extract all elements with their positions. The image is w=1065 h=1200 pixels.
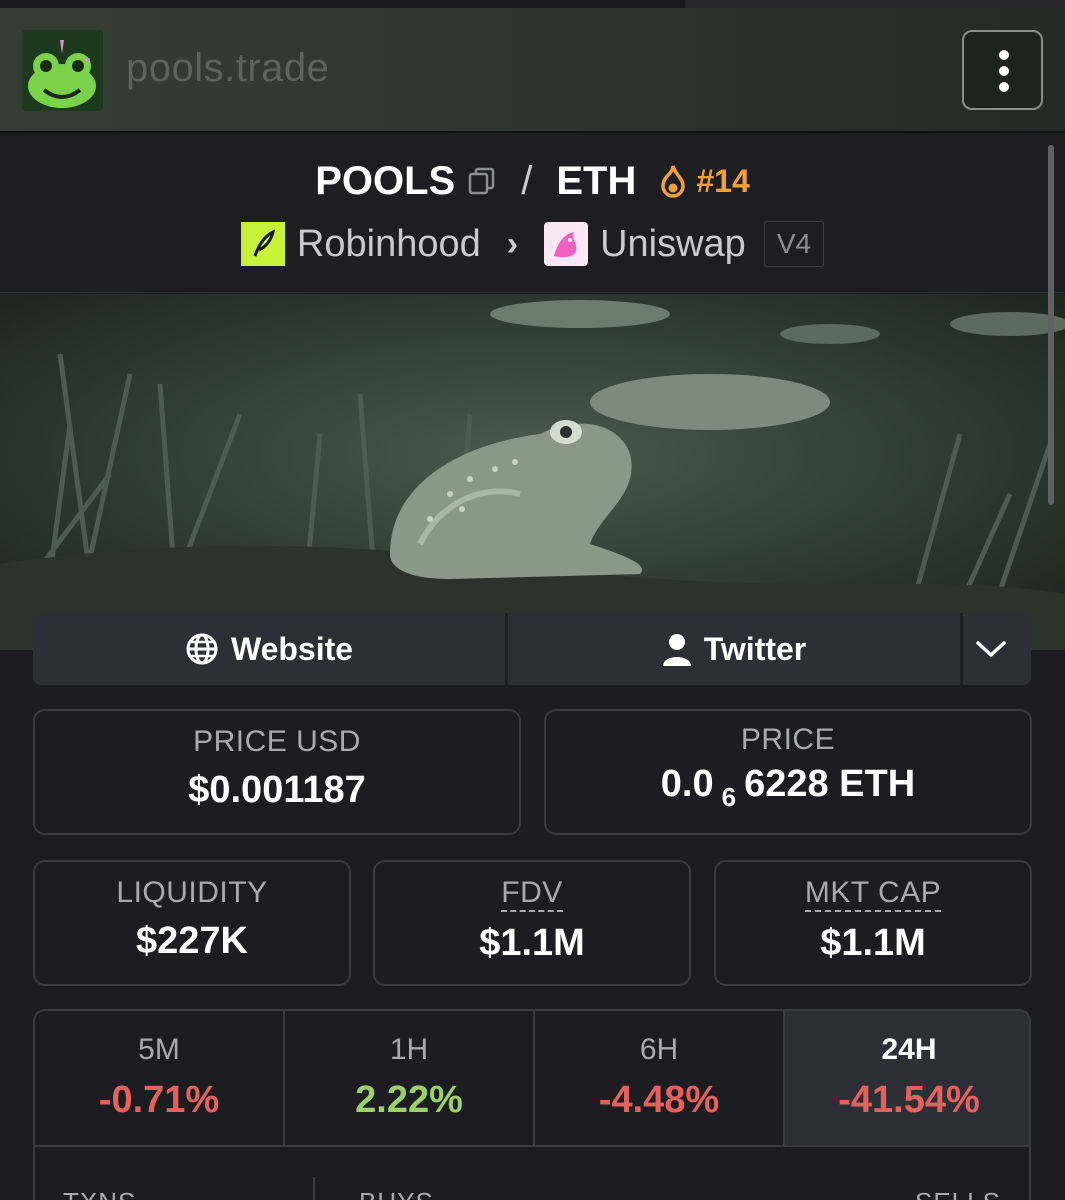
mktcap-label[interactable]: MKT CAP bbox=[804, 876, 942, 912]
price-label: PRICE bbox=[740, 723, 836, 756]
links-bar: Website Twitter bbox=[33, 613, 1031, 685]
base-token: POOLS bbox=[315, 158, 456, 203]
frog-logo-icon[interactable] bbox=[22, 30, 103, 111]
change-value: -4.48% bbox=[598, 1079, 720, 1121]
mktcap-card[interactable]: MKT CAP $1.1M bbox=[714, 860, 1032, 986]
change-value: -41.54% bbox=[838, 1079, 980, 1121]
pair-header: POOLS / ETH #14 Robinhood › Uniswap V4 bbox=[0, 133, 1065, 293]
twitter-button[interactable]: Twitter bbox=[508, 613, 963, 685]
price-usd-card: PRICE USD $0.001187 bbox=[33, 709, 521, 835]
txn-stats-row: TXNS BUYS SELLS bbox=[35, 1147, 1029, 1200]
tab-24h[interactable]: 24H -41.54% bbox=[785, 1011, 1029, 1145]
copy-icon[interactable] bbox=[467, 166, 497, 196]
fire-icon bbox=[658, 164, 688, 198]
liquidity-value: $227K bbox=[136, 920, 248, 962]
menu-button[interactable] bbox=[962, 30, 1043, 110]
tab-6h[interactable]: 6H -4.48% bbox=[535, 1011, 785, 1145]
website-label: Website bbox=[230, 630, 354, 667]
liquidity-label: LIQUIDITY bbox=[116, 876, 268, 909]
period-label: 24H bbox=[881, 1033, 937, 1066]
period-label: 6H bbox=[639, 1033, 679, 1066]
price-change-panel: 5M -0.71% 1H 2.22% 6H -4.48% 24H -41.54%… bbox=[33, 1009, 1031, 1200]
vertical-dots-icon bbox=[999, 50, 1009, 60]
site-header: pools.trade bbox=[0, 8, 1065, 133]
price-eth-card: PRICE 0.0 6 6228 ETH bbox=[544, 709, 1032, 835]
quote-token: ETH bbox=[556, 158, 637, 203]
robinhood-icon bbox=[240, 222, 285, 266]
price-usd-value: $0.001187 bbox=[188, 769, 366, 811]
chevron-right-icon: › bbox=[506, 224, 519, 263]
period-label: 5M bbox=[138, 1033, 180, 1066]
version-badge: V4 bbox=[763, 221, 825, 267]
price-usd-label: PRICE USD bbox=[193, 725, 361, 758]
twitter-label: Twitter bbox=[703, 630, 807, 667]
fdv-value: $1.1M bbox=[479, 922, 585, 964]
globe-icon bbox=[186, 633, 218, 665]
txns-header: TXNS bbox=[63, 1187, 136, 1200]
pair-separator: / bbox=[521, 158, 533, 203]
sells-header: SELLS bbox=[915, 1187, 1001, 1200]
change-value: 2.22% bbox=[355, 1079, 463, 1121]
website-button[interactable]: Website bbox=[33, 613, 508, 685]
token-banner-image bbox=[0, 294, 1065, 650]
price-eth-value: 0.0 6 6228 ETH bbox=[660, 763, 916, 812]
scrollbar[interactable] bbox=[1048, 145, 1054, 505]
fdv-label[interactable]: FDV bbox=[501, 876, 563, 912]
dex-name[interactable]: Uniswap bbox=[600, 223, 746, 266]
change-value: -0.71% bbox=[98, 1079, 220, 1121]
price-zero-count: 6 bbox=[721, 782, 737, 812]
user-icon bbox=[662, 634, 691, 666]
more-links-button[interactable] bbox=[963, 613, 1031, 685]
chain-name[interactable]: Robinhood bbox=[297, 223, 481, 266]
mktcap-value: $1.1M bbox=[820, 922, 926, 964]
trending-rank[interactable]: #14 bbox=[696, 163, 749, 200]
site-name[interactable]: pools.trade bbox=[126, 46, 329, 91]
uniswap-icon bbox=[544, 222, 589, 266]
tab-5m[interactable]: 5M -0.71% bbox=[35, 1011, 285, 1145]
tab-1h[interactable]: 1H 2.22% bbox=[285, 1011, 535, 1145]
buys-header: BUYS bbox=[359, 1187, 434, 1200]
liquidity-card: LIQUIDITY $227K bbox=[33, 860, 351, 986]
fdv-card[interactable]: FDV $1.1M bbox=[373, 860, 691, 986]
chevron-down-icon bbox=[976, 641, 1006, 657]
period-label: 1H bbox=[389, 1033, 429, 1066]
